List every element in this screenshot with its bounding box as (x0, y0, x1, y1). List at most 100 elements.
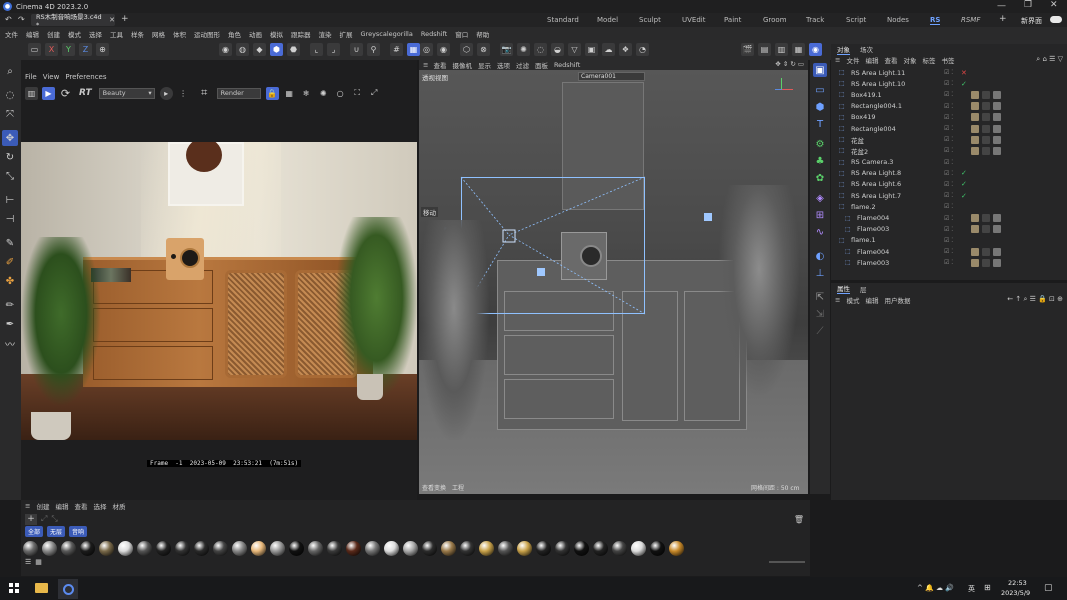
material-tag-icon[interactable] (971, 124, 979, 133)
visibility-toggle-icon[interactable]: ☑ ⁚ (944, 125, 953, 132)
sculpt-icon[interactable]: ✤ (2, 273, 18, 289)
material-tag-icon[interactable] (982, 124, 990, 133)
material-ball[interactable] (555, 540, 570, 556)
object-enabled-flag[interactable]: ✓ (961, 192, 967, 200)
material-tag-icon[interactable] (971, 90, 979, 99)
trash-icon[interactable]: 🗑 (794, 515, 804, 524)
redshift-logo-icon[interactable]: ▣ (813, 63, 827, 77)
tab-layers[interactable]: 层 (860, 284, 867, 294)
object-name[interactable]: Box419.1 (851, 91, 882, 99)
object-row[interactable]: ⬚ Flame004 ☑ ⁚ (831, 212, 1067, 223)
material-tag-icon[interactable] (982, 258, 990, 267)
material-tag-icon[interactable] (982, 135, 990, 144)
lock-icon[interactable]: 🔒 (265, 86, 279, 100)
object-name[interactable]: Flame004 (857, 214, 889, 222)
viewport-move-icon[interactable]: ⤧ (2, 106, 18, 122)
vp-menu-view[interactable]: 查看 (433, 60, 446, 70)
object-name[interactable]: RS Area Light.6 (851, 180, 901, 188)
tab-sculpt[interactable]: Sculpt (639, 16, 661, 24)
add-material-button[interactable]: + (25, 513, 37, 525)
effector-icon[interactable]: ⚙ (813, 137, 827, 151)
menu-mode[interactable]: 模式 (68, 29, 81, 39)
magnet-icon[interactable]: ∪ (350, 43, 363, 56)
om-menu-bookmarks[interactable]: 书签 (941, 55, 954, 65)
filter-audio-button[interactable]: 音响 (69, 526, 88, 537)
object-name[interactable]: Flame004 (857, 248, 889, 256)
tab-objects[interactable]: 对象 (837, 44, 850, 55)
tab-attributes[interactable]: 属性 (837, 283, 850, 294)
object-tags[interactable] (971, 146, 1004, 155)
selection-filter-icon[interactable]: ▭ (28, 43, 41, 56)
file-explorer-icon[interactable] (35, 583, 48, 593)
menu-file[interactable]: 文件 (5, 29, 18, 39)
object-enabled-flag[interactable]: ✓ (961, 180, 967, 188)
om-search-icon[interactable]: ⌕ ⌂ ☰ ▽ (1036, 55, 1063, 64)
menu-redshift[interactable]: Redshift (421, 30, 447, 38)
mm-menu-icon[interactable]: ≡ (25, 502, 30, 510)
sphere-light-icon[interactable]: ◌ (534, 43, 547, 56)
axis-mode-icon[interactable]: ⌞ (310, 43, 323, 56)
object-name[interactable]: Rectangle004 (851, 125, 896, 133)
menu-volume[interactable]: 体积 (173, 29, 186, 39)
menu-simulate[interactable]: 模拟 (270, 29, 283, 39)
material-tool-icon-2[interactable]: ⤡ (51, 514, 57, 524)
material-tag-icon[interactable] (993, 247, 1001, 256)
object-name[interactable]: RS Area Light.11 (851, 69, 905, 77)
material-ball[interactable] (308, 540, 323, 556)
object-name[interactable]: flame.2 (851, 203, 876, 211)
grid-icon[interactable]: ▦ (283, 87, 296, 100)
material-ball[interactable] (346, 540, 361, 556)
ime-indicator[interactable]: 英 (968, 584, 975, 594)
fullscreen-icon[interactable]: ⤢ (368, 87, 381, 100)
axis-x-icon[interactable]: X (45, 43, 58, 56)
tab-nodes[interactable]: Nodes (887, 16, 909, 24)
material-tag-icon[interactable] (993, 214, 1001, 223)
material-tag-icon[interactable] (982, 225, 990, 234)
area-light-icon[interactable]: ▣ (585, 43, 598, 56)
material-ball[interactable] (593, 540, 608, 556)
object-name[interactable]: 花盆 (851, 135, 864, 145)
object-row[interactable]: ⬚ Box419.1 ☑ ⁚ (831, 89, 1067, 100)
material-ball[interactable] (251, 540, 266, 556)
fit-icon[interactable]: ⛶ (351, 87, 364, 100)
am-menu-userdata[interactable]: 用户数据 (884, 295, 910, 305)
material-ball[interactable] (574, 540, 589, 556)
menu-window[interactable]: 窗口 (455, 29, 468, 39)
object-row[interactable]: ⬚ Rectangle004.1 ☑ ⁚ (831, 101, 1067, 112)
menu-mograph[interactable]: 运动图形 (194, 29, 220, 39)
material-tag-icon[interactable] (971, 247, 979, 256)
snapshot-icon[interactable]: ▥ (25, 86, 38, 100)
placement-icon[interactable]: ⊣ (2, 211, 18, 227)
tab-uvedit[interactable]: UVEdit (682, 16, 705, 24)
object-name[interactable]: RS Area Light.10 (851, 80, 905, 88)
point-mode-icon[interactable]: ◆ (253, 43, 266, 56)
menu-extensions[interactable]: 扩展 (340, 29, 353, 39)
material-tool-icon-1[interactable]: ⤢ (41, 514, 47, 524)
menu-spline[interactable]: 样条 (131, 29, 144, 39)
material-ball[interactable] (536, 540, 551, 556)
object-row[interactable]: ⬚ RS Area Light.6 ☑ ⁚ ✓ (831, 179, 1067, 190)
filter-no-layer-button[interactable]: 无层 (47, 526, 66, 537)
measure-icon[interactable]: ⟋ (813, 324, 827, 338)
material-ball[interactable] (365, 540, 380, 556)
render-settings-icon[interactable]: 🎬 (741, 43, 754, 56)
tab-takes[interactable]: 场次 (860, 44, 873, 54)
object-enabled-flag[interactable]: ✕ (961, 69, 967, 77)
material-ball[interactable] (669, 540, 684, 556)
material-tag-icon[interactable] (971, 113, 979, 122)
field-icon[interactable]: ◈ (813, 191, 827, 205)
environment-icon[interactable]: ☁ (602, 43, 615, 56)
mm-menu-create[interactable]: 创建 (36, 501, 49, 511)
visibility-toggle-icon[interactable]: ☑ ⁚ (944, 203, 953, 210)
polygon-mode-icon[interactable]: ⬣ (287, 43, 300, 56)
material-ball[interactable] (612, 540, 627, 556)
rv-menu-view[interactable]: View (43, 73, 60, 81)
material-tag-icon[interactable] (982, 247, 990, 256)
cube-primitive-icon[interactable]: ⬢ (813, 100, 827, 114)
menu-mesh[interactable]: 网格 (152, 29, 165, 39)
vp-menu-options[interactable]: 选项 (497, 60, 510, 70)
floor-icon[interactable]: ⊥ (813, 266, 827, 280)
visibility-toggle-icon[interactable]: ☑ ⁚ (944, 136, 953, 143)
camera-icon[interactable]: 📷 (500, 43, 513, 56)
object-name[interactable]: flame.1 (851, 236, 876, 244)
